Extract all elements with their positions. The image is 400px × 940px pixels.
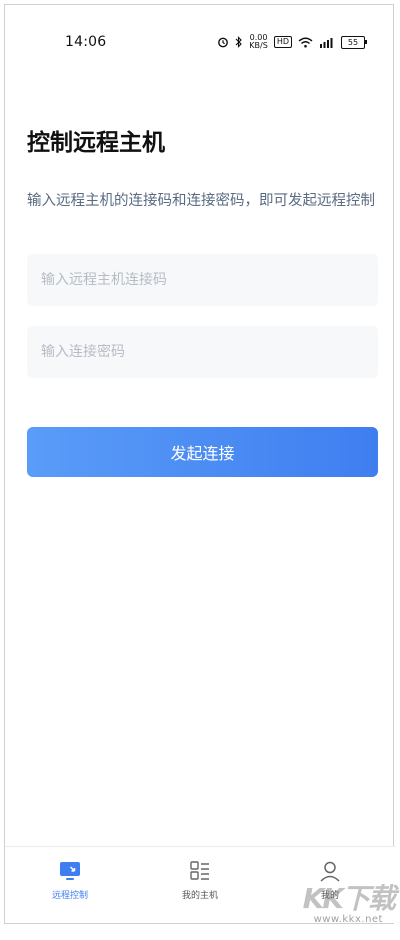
alarm-icon	[218, 37, 229, 48]
start-connection-button[interactable]: 发起连接	[27, 427, 378, 477]
watermark: KK下载 www.kkx.net	[302, 882, 396, 926]
bluetooth-icon	[235, 36, 243, 48]
tab-remote-control[interactable]: 远程控制	[15, 847, 125, 923]
page-title: 控制远程主机	[27, 130, 165, 156]
watermark-url: www.kkx.net	[313, 914, 383, 925]
connection-code-input[interactable]	[27, 254, 378, 306]
status-bar: 14:06 0.00 KB/S HD 55	[5, 29, 393, 55]
hd-badge: HD	[273, 36, 292, 48]
start-connection-label: 发起连接	[170, 444, 235, 463]
monitor-icon	[60, 862, 80, 880]
host-list-icon	[190, 861, 209, 880]
connection-password-input[interactable]	[27, 326, 378, 378]
tab-label: 我的主机	[181, 891, 218, 901]
net-speed: 0.00 KB/S	[249, 34, 268, 50]
signal-icon	[320, 37, 333, 48]
status-icons: 0.00 KB/S HD 55	[217, 34, 367, 50]
battery-icon: 55	[341, 35, 367, 49]
tab-my-hosts[interactable]: 我的主机	[145, 847, 255, 923]
status-time: 14:06	[65, 34, 107, 50]
app-screen: 14:06 0.00 KB/S HD 55 控制远程主机 输入远程主机的连接码和…	[4, 4, 394, 924]
page-description: 输入远程主机的连接码和连接密码，即可发起远程控制	[27, 193, 375, 209]
user-icon	[320, 861, 340, 882]
tab-label: 远程控制	[51, 891, 88, 901]
net-speed-unit: KB/S	[249, 41, 268, 50]
wifi-icon	[298, 37, 313, 47]
watermark-logo: KK下载	[302, 882, 396, 915]
